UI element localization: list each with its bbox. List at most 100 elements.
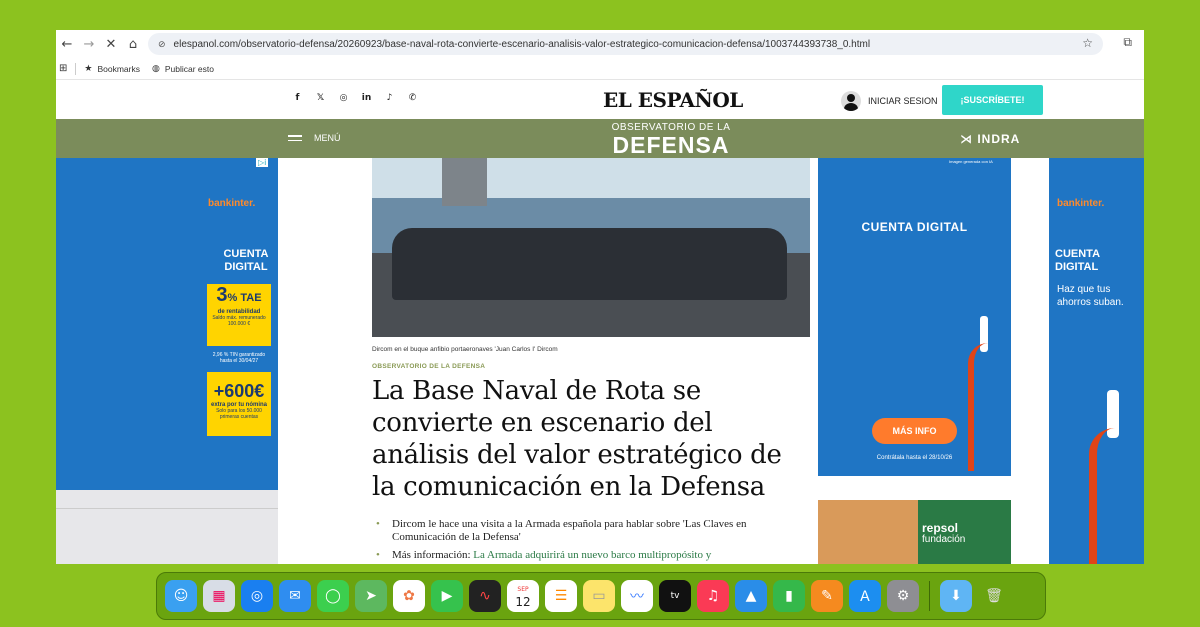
hamburger-icon [288, 132, 302, 144]
keynote-icon[interactable]: ▲ [735, 580, 767, 612]
ad-image-wall [56, 490, 278, 564]
ad-banner-left[interactable]: ▷ⅰ bankinter. CUENTA DIGITAL 3% TAE de re… [56, 158, 278, 564]
instagram-icon[interactable]: ◎ [332, 93, 355, 103]
music-icon[interactable]: ♫ [697, 580, 729, 612]
ad-repsol[interactable]: repsol fundación [818, 500, 1011, 564]
bookmark-star-icon[interactable]: ☆ [1082, 36, 1093, 50]
bankinter-logo: bankinter. [208, 198, 256, 209]
rate-value: 3% TAE [216, 284, 262, 306]
maps-icon[interactable]: ➤ [355, 580, 387, 612]
section-title[interactable]: OBSERVATORIO DE LA DEFENSA [596, 122, 746, 157]
whatsapp-icon[interactable]: ✆ [401, 93, 424, 103]
social-links: f 𝕏 ◎ in ♪ ✆ [286, 93, 424, 103]
tin-note: 2,96 % TIN garantizado hasta el 30/04/27 [212, 352, 266, 364]
ad-banner-right[interactable]: Imagen generada con IA CUENTA DIGITAL MÁ… [818, 158, 1011, 476]
finder-icon[interactable]: ☺ [165, 580, 197, 612]
x-icon[interactable]: 𝕏 [309, 93, 332, 103]
site-logo[interactable]: EL ESPAÑOL [603, 88, 743, 112]
bookmark-item-bookmarks[interactable]: ★ Bookmarks [84, 64, 140, 74]
article-kicker[interactable]: OBSERVATORIO DE LA DEFENSA [372, 363, 485, 370]
bookmark-label: Publicar esto [164, 63, 214, 74]
reminders-icon[interactable]: ☰ [545, 580, 577, 612]
mail-icon[interactable]: ✉ [279, 580, 311, 612]
ad-repsol-image [818, 500, 918, 564]
browser-toolbar: ← → ✕ ⌂ ⊘ elespanol.com/observatorio-def… [56, 30, 1144, 58]
ad-ai-note: Imagen generada con IA [949, 159, 993, 164]
ad-headline: CUENTA DIGITAL [1055, 248, 1101, 273]
pages-icon[interactable]: ✎ [811, 580, 843, 612]
bankinter-logo: bankinter. [1057, 198, 1105, 209]
system-settings-icon[interactable]: ⚙ [887, 580, 919, 612]
article: Dircom en el buque anfibio portaeronaves… [278, 158, 818, 564]
dock-divider [929, 581, 930, 611]
calendar-icon[interactable]: SEP 12 [507, 580, 539, 612]
rate-box: 3% TAE de rentabilidad Saldo máx. remune… [207, 284, 271, 346]
bonus-box: +600€ extra por tu nómina Solo para los … [207, 372, 271, 436]
url-text[interactable]: elespanol.com/observatorio-defensa/20260… [174, 39, 871, 50]
more-info-button[interactable]: MÁS INFO [872, 418, 957, 444]
facetime-icon[interactable]: ▶ [431, 580, 463, 612]
tiktok-icon[interactable]: ♪ [378, 93, 401, 103]
menu-label: MENÚ [314, 133, 341, 143]
ad-banner-far-right[interactable]: bankinter. CUENTA DIGITAL Haz que tus aho… [1049, 158, 1144, 564]
notes-icon[interactable]: ▭ [583, 580, 615, 612]
back-icon[interactable]: ← [56, 33, 78, 55]
login-label: INICIAR SESION [868, 96, 938, 106]
bookmark-item-publicar[interactable]: ◍ Publicar esto [152, 64, 214, 74]
divider [75, 62, 77, 75]
login-link[interactable]: INICIAR SESION [841, 91, 938, 111]
repsol-logo: repsol fundación [922, 522, 965, 546]
subscribe-button[interactable]: ¡SUSCRÍBETE! [942, 85, 1043, 115]
linkedin-icon[interactable]: in [355, 93, 378, 103]
photo-ship-island [442, 158, 487, 206]
adchoices-icon[interactable]: ▷ⅰ [256, 158, 269, 167]
ad-headline: CUENTA DIGITAL [223, 248, 269, 273]
address-bar[interactable]: ⊘ elespanol.com/observatorio-defensa/202… [148, 33, 1103, 55]
summary-bullet: Dircom le hace una visita a la Armada es… [372, 518, 802, 544]
extensions-icon[interactable]: ⧉ [1123, 35, 1132, 50]
section-bar: MENÚ OBSERVATORIO DE LA DEFENSA ⋊ INDRA [56, 119, 1144, 158]
rate-note: Saldo máx. remunerado 100.000 € [212, 315, 266, 327]
browser-window: ← → ✕ ⌂ ⊘ elespanol.com/observatorio-def… [56, 30, 1144, 564]
article-photo[interactable] [372, 158, 810, 337]
repsol-brand: repsol [922, 521, 959, 535]
ad-text: Haz que tus ahorros suban. [1057, 284, 1124, 308]
globe-icon: ◍ [151, 63, 160, 74]
launchpad-icon[interactable]: ▦ [203, 580, 235, 612]
apple-tv-icon[interactable]: tv [659, 580, 691, 612]
bonus-note: Solo para los 50.000 primeras cuentas [216, 408, 262, 420]
downloads-folder-icon[interactable]: ⬇ [940, 580, 972, 612]
numbers-icon[interactable]: ▮ [773, 580, 805, 612]
bullet-prefix: Más información: [392, 549, 474, 561]
photo-caption: Dircom en el buque anfibio portaeronaves… [372, 346, 558, 353]
repsol-sub: fundación [922, 534, 966, 545]
stop-icon[interactable]: ✕ [100, 33, 122, 55]
home-icon[interactable]: ⌂ [122, 33, 144, 55]
photos-icon[interactable]: ✿ [393, 580, 425, 612]
macos-dock: ☺ ▦ ◎ ✉ ◯ ➤ ✿ ▶ ∿ SEP 12 ☰ ▭ 〰 tv ♫ ▲ ▮ … [156, 572, 1046, 620]
voice-memos-icon[interactable]: ∿ [469, 580, 501, 612]
site-header: f 𝕏 ◎ in ♪ ✆ EL ESPAÑOL INICIAR SESION ¡… [56, 81, 1144, 119]
ad-title: CUENTA DIGITAL [861, 220, 968, 234]
photo-group [392, 228, 787, 300]
trash-icon[interactable]: 🗑 [978, 580, 1010, 612]
bookmark-label: Bookmarks [97, 63, 140, 74]
ad-stair-image [968, 343, 988, 471]
bonus-value: +600€ [213, 381, 265, 401]
site-info-icon[interactable]: ⊘ [158, 39, 166, 50]
freeform-icon[interactable]: 〰 [621, 580, 653, 612]
bookmarks-bar: ⊞ ★ Bookmarks ◍ Publicar esto [56, 58, 1144, 80]
related-link[interactable]: La Armada adquirirá un nuevo barco multi… [473, 549, 711, 561]
summary-bullet: Más información: La Armada adquirirá un … [372, 549, 802, 562]
facebook-icon[interactable]: f [286, 93, 309, 103]
messages-icon[interactable]: ◯ [317, 580, 349, 612]
sponsor-logo[interactable]: ⋊ INDRA [960, 132, 1020, 146]
safari-icon[interactable]: ◎ [241, 580, 273, 612]
forward-icon[interactable]: → [78, 33, 100, 55]
menu-button[interactable]: MENÚ [288, 132, 341, 144]
section-title-big: DEFENSA [612, 132, 730, 158]
app-store-icon[interactable]: Ａ [849, 580, 881, 612]
ad-stair-image [1089, 428, 1139, 564]
apps-grid-icon[interactable]: ⊞ [59, 63, 67, 74]
user-icon [841, 91, 861, 111]
